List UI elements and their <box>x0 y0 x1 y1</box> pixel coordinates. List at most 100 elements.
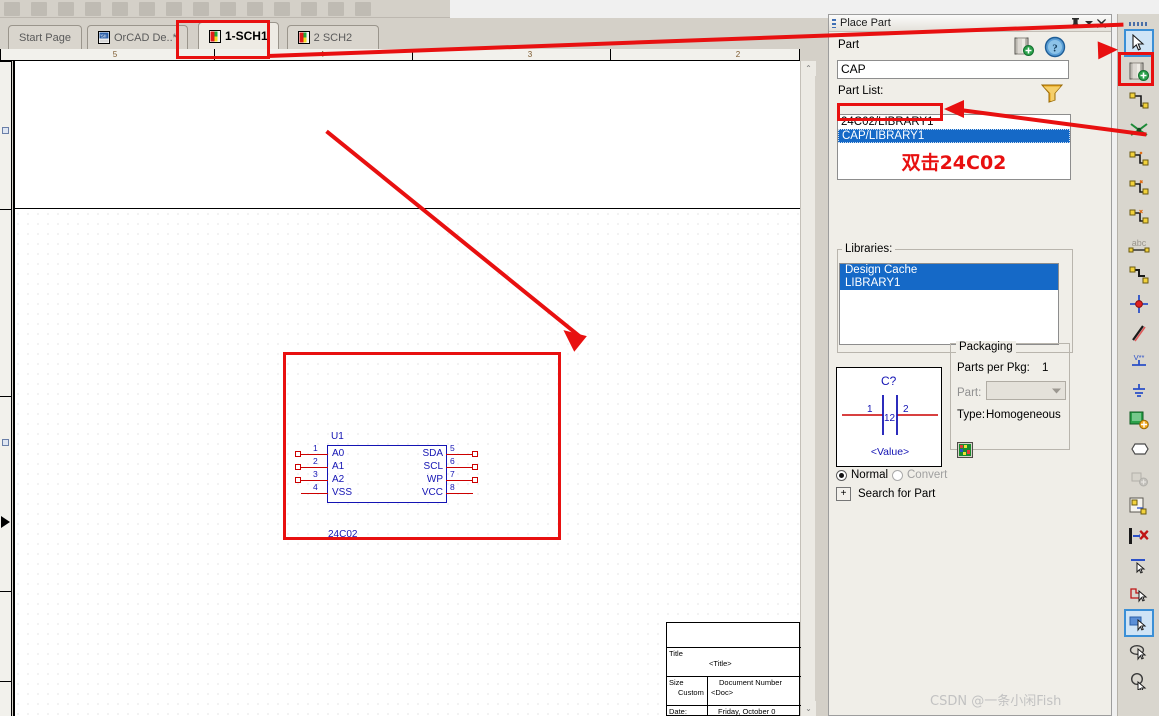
package-part-dropdown[interactable] <box>986 381 1066 400</box>
filter-funnel-icon[interactable] <box>1040 83 1064 106</box>
select-rect-tool[interactable] <box>1123 609 1154 637</box>
size-field-value: Custom <box>678 688 704 697</box>
packaging-label: Packaging <box>956 341 1016 353</box>
toolbar-button-14[interactable] <box>355 1 371 16</box>
tab-start-page[interactable]: Start Page <box>8 25 82 49</box>
pinout-icon[interactable] <box>957 442 973 461</box>
date-field-value: Friday, October 0 <box>718 707 776 716</box>
part-field-label: Part <box>838 39 860 51</box>
canvas-vertical-scrollbar[interactable]: ⌃ ⌄ <box>800 61 816 716</box>
place-power-tool[interactable]: V** <box>1124 348 1154 376</box>
place-bus-tool[interactable] <box>1124 145 1154 173</box>
preview-refdes: C? <box>881 374 897 388</box>
panel-grip-icon <box>832 18 836 28</box>
toolbar-button-8[interactable] <box>193 1 209 16</box>
normal-radio[interactable] <box>836 470 847 481</box>
place-text-tool[interactable]: abc <box>1124 232 1154 260</box>
part-list-item-cap[interactable]: CAP/LIBRARY1 <box>838 129 1070 143</box>
toolbar-button-13[interactable] <box>328 1 344 16</box>
toolbar-button-5[interactable] <box>112 1 128 16</box>
vertical-ruler <box>0 61 12 716</box>
annotation-arrow-2-head <box>944 100 964 118</box>
place-bus-entry-tool[interactable] <box>1124 203 1154 231</box>
place-junction-tool[interactable] <box>1124 174 1154 202</box>
library-item-design-cache[interactable]: Design Cache <box>840 264 1058 277</box>
package-type-value: Homogeneous <box>986 409 1061 421</box>
toolbar-button-12[interactable] <box>301 1 317 16</box>
page-icon <box>297 31 310 44</box>
document-number-label: Document Number <box>719 678 782 687</box>
convert-radio[interactable] <box>892 470 903 481</box>
title-field-label: Title <box>669 649 683 658</box>
search-for-part-label[interactable]: Search for Part <box>858 488 935 500</box>
toolbar-grip-icon <box>1128 22 1149 26</box>
parts-per-pkg-label: Parts per Pkg: <box>957 362 1030 374</box>
drawing-toolbar[interactable]: abc V** <box>1117 14 1159 716</box>
select-ellipse-tool[interactable] <box>1124 638 1154 666</box>
package-type-label: Type: <box>957 409 986 421</box>
place-wire-tool[interactable] <box>1124 87 1154 115</box>
main-toolbar[interactable] <box>0 0 450 18</box>
title-block[interactable]: Title <Title> Size Document Number Custo… <box>666 622 801 716</box>
place-hier-block-tool[interactable] <box>1124 406 1154 434</box>
annotation-arrow-1-head <box>1097 40 1119 60</box>
date-field-label: Date: <box>669 707 687 716</box>
chevron-down-icon <box>1052 388 1061 394</box>
cursor-marker <box>1 516 10 528</box>
tab-label: 2 SCH2 <box>313 31 353 44</box>
svg-text:'SII: 'SII <box>100 34 107 39</box>
select-line-tool[interactable] <box>1124 551 1154 579</box>
toolbar-button-10[interactable] <box>247 1 263 16</box>
part-list-label: Part List: <box>838 85 884 97</box>
toolbar-button-2[interactable] <box>31 1 47 16</box>
zoom-tool[interactable] <box>1124 667 1154 695</box>
svg-text:?: ? <box>1052 43 1058 55</box>
toolbar-button-11[interactable] <box>274 1 290 16</box>
place-ground-tool[interactable] <box>1124 377 1154 405</box>
select-poly-tool[interactable] <box>1124 580 1154 608</box>
place-no-connect-tool[interactable] <box>1124 290 1154 318</box>
sheet-header-band <box>13 61 800 209</box>
toolbar-button-3[interactable] <box>58 1 74 16</box>
toolbar-button-7[interactable] <box>166 1 182 16</box>
help-icon[interactable]: ? <box>1044 36 1066 61</box>
document-number-value: <Doc> <box>711 688 734 697</box>
chinese-instruction-note: 双击24C02 <box>901 152 1007 174</box>
svg-text:abc: abc <box>1131 238 1146 248</box>
toolbar-button-9[interactable] <box>220 1 236 16</box>
place-page-conn-tool[interactable] <box>1124 493 1154 521</box>
parts-per-pkg-value: 1 <box>1042 362 1049 374</box>
package-part-label: Part: <box>957 387 982 399</box>
annotation-box-active-tab <box>176 20 270 59</box>
place-polyline-tool[interactable] <box>1124 319 1154 347</box>
place-pin-tool[interactable] <box>1124 464 1154 492</box>
schematic-icon: 'SII <box>97 31 110 44</box>
libraries-label: Libraries: <box>842 243 896 255</box>
part-search-input[interactable]: CAP <box>837 60 1069 79</box>
watermark: CSDN @一条小闲Fish <box>930 694 1062 709</box>
place-port-tool[interactable] <box>1124 435 1154 463</box>
tab-label: OrCAD De..* <box>113 31 177 44</box>
delete-tool[interactable] <box>1124 522 1154 550</box>
panel-title: Place Part <box>840 17 891 29</box>
libraries-list-box[interactable]: Design Cache LIBRARY1 <box>839 263 1059 345</box>
new-part-icon[interactable] <box>1013 37 1035 60</box>
size-field-label: Size <box>669 678 684 687</box>
ruler-tick: 5 <box>112 50 118 59</box>
tab-2-sch2[interactable]: 2 SCH2 <box>286 25 380 49</box>
toolbar-button-4[interactable] <box>85 1 101 16</box>
place-line-tool[interactable] <box>1124 261 1154 289</box>
toolbar-button-1[interactable] <box>4 1 20 16</box>
toolbar-button-6[interactable] <box>139 1 155 16</box>
annotation-box-place-part-button <box>1118 52 1154 86</box>
scroll-down-arrow[interactable]: ⌄ <box>801 701 816 716</box>
preview-value: <Value> <box>870 446 910 458</box>
preview-pin-right: 2 <box>903 404 909 415</box>
search-expand-button[interactable]: + <box>836 487 851 501</box>
library-item-library1[interactable]: LIBRARY1 <box>840 277 1058 290</box>
scroll-up-arrow[interactable]: ⌃ <box>801 61 816 76</box>
title-field-value: <Title> <box>709 659 732 668</box>
tab-orcad-design[interactable]: 'SII OrCAD De..* <box>86 25 188 49</box>
document-tab-bar: Start Page 'SII OrCAD De..* 1-SCH1 2 SCH <box>0 18 828 49</box>
part-preview-box: C? 1 2 12 <Value> <box>836 367 942 467</box>
